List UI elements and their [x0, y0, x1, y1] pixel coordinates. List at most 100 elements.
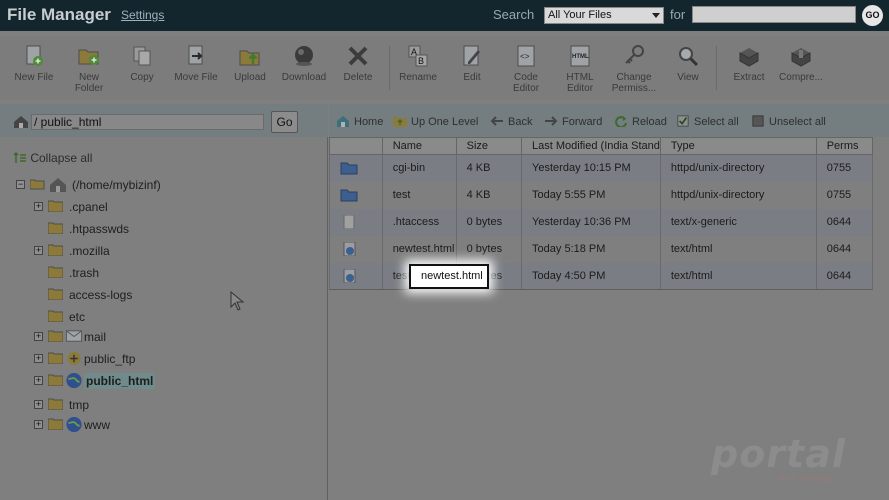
table-row[interactable]: newtest.html 0 bytes Today 5:18 PM text/htm… [329, 235, 874, 263]
svg-text:B: B [418, 56, 424, 66]
file-size: 4 KB [455, 181, 523, 209]
file-name[interactable]: newtest.html [381, 235, 457, 263]
file-icon-cell [329, 181, 383, 209]
table-row[interactable]: test 4 KB Today 5:55 PM httpd/unix-director… [329, 181, 874, 209]
folder-icon [48, 200, 63, 212]
arrow-right-icon [545, 116, 558, 126]
expand-toggle-icon[interactable]: + [34, 246, 43, 255]
key-icon [625, 45, 644, 64]
reload-button[interactable]: Reload [614, 115, 667, 128]
folder-icon [340, 162, 358, 175]
for-label: for [670, 7, 686, 22]
select-all-button[interactable]: Select all [676, 115, 739, 128]
back-button[interactable]: Back [490, 115, 532, 128]
settings-link[interactable]: Settings [121, 8, 164, 22]
collapse-icon [13, 152, 26, 163]
edit-icon [463, 45, 480, 66]
edit-button[interactable]: Edit [444, 44, 500, 83]
column-header-type[interactable]: Type [659, 137, 817, 155]
column-header-name[interactable]: Name [381, 137, 457, 155]
new-folder-button[interactable]: New Folder [61, 44, 117, 94]
compress-button[interactable]: Compre... [773, 44, 829, 83]
expand-toggle-icon[interactable]: + [34, 332, 43, 341]
folder-icon [340, 189, 358, 202]
compress-icon [791, 48, 811, 67]
delete-icon [348, 46, 368, 66]
magnifier-icon [679, 47, 699, 67]
unselect-all-button[interactable]: Unselect all [751, 115, 826, 128]
toolbar-divider [716, 46, 717, 90]
html-file-icon [343, 242, 356, 256]
download-button[interactable]: Download [276, 44, 332, 83]
expand-toggle-icon[interactable]: + [34, 400, 43, 409]
delete-button[interactable]: Delete [330, 44, 386, 83]
folder-icon [48, 418, 63, 430]
column-header-size[interactable]: Size [455, 137, 523, 155]
file-perms: 0755 [815, 181, 874, 209]
rename-button[interactable]: AB Rename [390, 44, 446, 83]
file-name[interactable]: cgi-bin [381, 154, 457, 182]
rename-input[interactable]: newtest.html [409, 264, 489, 289]
file-icon-cell [329, 208, 383, 236]
new-file-button[interactable]: New File [6, 44, 62, 83]
toolbar: New File New Folder Copy Move File Uploa… [0, 36, 889, 100]
file-icon-cell [329, 154, 383, 182]
file-name[interactable]: .htaccess [381, 208, 457, 236]
forward-button[interactable]: Forward [544, 115, 602, 128]
expand-toggle-icon[interactable]: + [34, 376, 43, 385]
path-input[interactable]: / public_html [31, 114, 264, 130]
move-file-button[interactable]: Move File [168, 44, 224, 83]
globe-icon [66, 372, 82, 389]
folder-icon [48, 266, 63, 278]
watermark-brand: portal [711, 432, 846, 476]
copy-button[interactable]: Copy [114, 44, 170, 83]
column-header-perms[interactable]: Perms [815, 137, 874, 155]
table-row[interactable]: cgi-bin 4 KB Yesterday 10:15 PM httpd/unix-… [329, 154, 874, 182]
collapse-all-link[interactable]: Collapse all [13, 151, 92, 165]
search-label: Search [493, 7, 535, 22]
file-type: text/html [659, 262, 817, 290]
ftp-icon [67, 351, 81, 366]
reload-icon [615, 116, 627, 127]
move-file-icon [188, 45, 203, 65]
search-go-button[interactable]: GO [862, 5, 883, 26]
extract-button[interactable]: Extract [721, 44, 777, 83]
file-name[interactable]: test [381, 181, 457, 209]
folder-icon [48, 352, 63, 364]
expand-toggle-icon[interactable]: + [34, 420, 43, 429]
collapse-toggle-icon[interactable]: − [16, 180, 25, 189]
change-permissions-button[interactable]: Change Permiss... [606, 44, 662, 94]
search-scope-value: All Your Files [548, 9, 612, 21]
folder-icon [48, 310, 63, 322]
table-row[interactable]: .htaccess 0 bytes Yesterday 10:36 PM text/x… [329, 208, 874, 236]
html-file-icon [343, 268, 356, 283]
folder-icon [48, 374, 63, 386]
file-modified: Today 4:50 PM [521, 262, 661, 290]
new-file-icon [26, 45, 43, 66]
path-go-button[interactable]: Go [271, 111, 298, 133]
file-perms: 0644 [815, 235, 874, 263]
html-editor-icon: HTML [570, 45, 590, 67]
expand-toggle-icon[interactable]: + [34, 202, 43, 211]
file-icon-cell [329, 262, 383, 290]
home-button[interactable]: Home [336, 115, 383, 128]
folder-icon [48, 222, 63, 234]
file-icon [343, 215, 355, 229]
upload-button[interactable]: Upload [222, 44, 278, 83]
file-icon-cell [329, 235, 383, 263]
search-scope-select[interactable]: All Your Files [544, 7, 664, 24]
view-button[interactable]: View [660, 44, 716, 83]
watermark-subtitle: web hosting [779, 474, 833, 483]
folder-icon [48, 398, 63, 410]
code-editor-button[interactable]: <> Code Editor [498, 44, 554, 94]
top-bar: File Manager Settings Search All Your Fi… [0, 0, 889, 31]
file-perms: 0644 [815, 262, 874, 290]
search-input[interactable] [692, 6, 856, 23]
column-header-modified[interactable]: Last Modified (India Stand [521, 137, 661, 155]
html-editor-button[interactable]: HTML HTML Editor [552, 44, 608, 94]
globe-icon [66, 416, 82, 433]
copy-icon [133, 46, 151, 66]
expand-toggle-icon[interactable]: + [34, 354, 43, 363]
up-one-level-button[interactable]: Up One Level [393, 115, 478, 128]
code-editor-icon: <> [517, 45, 535, 67]
